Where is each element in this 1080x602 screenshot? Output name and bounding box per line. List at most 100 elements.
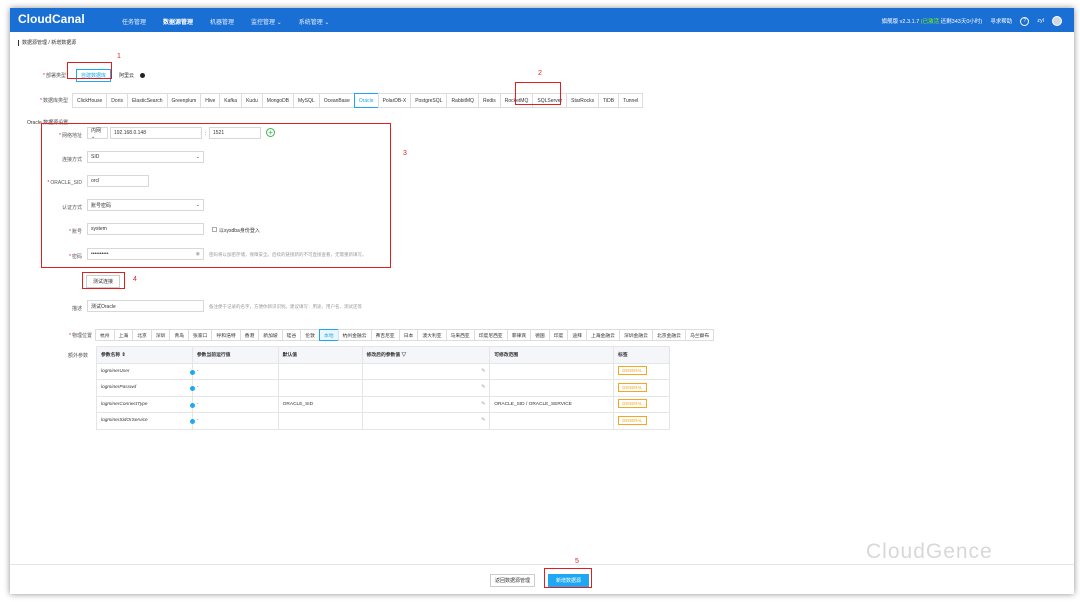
db-tab-kudu[interactable]: Kudu [241,93,263,108]
help-link[interactable]: 寻求帮助 [990,17,1012,25]
db-tab-redis[interactable]: Redis [477,93,501,108]
param-tag-cell: GENERAL [613,395,670,413]
region-tab-local[interactable]: 本地 [318,329,339,341]
db-tab-starrocks[interactable]: StarRocks [566,93,600,108]
db-tab-mongodb[interactable]: MongoDB [261,93,295,108]
region-tab[interactable]: 呼和浩特 [211,329,241,341]
param-modify-cell[interactable]: ✎ [361,412,491,430]
password-hint: 密码将以加密存储，保障安全。后续的链接新的不可直接查看，无需重新填写。 [209,252,367,257]
nav-monitor[interactable]: 监控管理 ⌄ [251,17,282,26]
param-name-cell: logminerConnectType [96,395,195,413]
db-tab-tunnel[interactable]: Tunnel [618,93,644,108]
db-type-label-row: *数据库类型 [32,97,68,104]
region-tab[interactable]: 杭州 [95,329,115,341]
password-input[interactable]: •••••••••• ◉ [87,248,204,260]
footer-bar: 返回数据源管理 新增数据源 [10,564,1074,594]
edit-icon[interactable]: ✎ [481,385,485,390]
account-input[interactable]: system [87,223,204,235]
checkbox-icon[interactable] [212,227,217,232]
add-address-icon[interactable]: + [266,128,275,137]
edit-icon[interactable]: ✎ [481,418,485,423]
top-right-area: 旗舰版 v2.3.1.7 (已激活 还剩343天0小时) 寻求帮助 ? zyl [882,16,1062,26]
conn-type-select[interactable]: SID ⌄ [87,151,204,163]
deploy-aliyun-option[interactable]: 阿里云 [119,72,134,79]
info-icon[interactable] [189,369,195,375]
region-tab[interactable]: 乌兰察布 [684,329,715,341]
region-tab[interactable]: 日本 [398,329,419,341]
db-tab-elasticsearch[interactable]: ElasticSearch [126,93,168,108]
region-tab[interactable]: 马来西亚 [445,329,475,341]
col-modified-value[interactable]: 修改后的参数值 ▽ [361,346,491,364]
region-tab[interactable]: 德国 [530,329,550,341]
col-param-name[interactable]: 参数名称 ⇕ [96,346,193,364]
aliyun-icon [140,73,146,78]
region-tab[interactable]: 澳大利亚 [417,329,447,341]
question-icon[interactable]: ? [1020,16,1030,26]
edit-icon[interactable]: ✎ [481,402,485,407]
region-tab[interactable]: 菲律宾 [506,329,532,341]
eye-icon[interactable]: ◉ [196,251,200,257]
db-tab-doris[interactable]: Doris [106,93,128,108]
param-name-cell: logminerPasswd [96,379,195,397]
region-tab[interactable]: 上海金融云 [585,329,620,341]
region-tab[interactable]: 上海 [113,329,134,341]
param-name-cell: logminerUser [96,362,195,380]
db-tab-hive[interactable]: Hive [200,93,221,108]
table-row: logminerConnectType - ORACLE_SID ✎ ORACL… [96,395,670,413]
info-icon[interactable] [189,386,195,391]
port-separator: : [205,131,207,137]
desc-input[interactable]: 测试Oracle [87,300,204,312]
region-tab[interactable]: 北京金融云 [651,329,686,341]
host-input[interactable]: 192.168.0.148 [110,127,202,139]
region-tab[interactable]: 杭州金融云 [337,329,372,341]
db-tab-oracle[interactable]: Oracle [353,93,379,108]
db-tab-greenplum[interactable]: Greenplum [166,93,202,108]
db-tab-polardbx[interactable]: PolarDB-X [377,93,412,108]
breadcrumb-datasource[interactable]: 数据源管理 [22,40,47,46]
db-tab-postgresql[interactable]: PostgreSQL [410,93,448,108]
general-tag: GENERAL [618,399,647,409]
user-name[interactable]: zyl [1037,18,1044,24]
region-tab[interactable]: 香港 [239,329,260,341]
network-type-select[interactable]: 内网 ⌄ [87,127,108,140]
oracle-sid-label: *ORACLE_SID [47,180,82,186]
region-tab[interactable]: 青岛 [169,329,190,341]
db-tab-rabbitmq[interactable]: RabbitMQ [446,93,479,108]
region-tab[interactable]: 深圳 [150,329,171,341]
test-connection-button[interactable]: 测试连接 [86,275,121,288]
nav-system[interactable]: 系统管理 ⌄ [299,17,330,26]
db-tab-tidb[interactable]: TiDB [598,93,620,108]
chevron-down-icon: ⌄ [195,202,200,208]
auth-type-select[interactable]: 账号密码 ⌄ [87,199,204,211]
extra-params-label: 额外参数 [67,353,88,359]
avatar[interactable] [1052,16,1062,26]
sysdba-checkbox[interactable]: 以sysdba身份登入 [212,227,260,234]
oracle-sid-input[interactable]: orcl [87,175,149,187]
param-modify-cell[interactable]: ✎ [361,395,491,413]
region-tab[interactable]: 迪拜 [567,329,587,341]
port-input[interactable]: 1521 [209,127,261,139]
param-modify-cell[interactable]: ✎ [361,379,491,397]
db-tab-mysql[interactable]: MySQL [293,93,320,108]
region-tab[interactable]: 硅谷 [281,329,302,341]
db-tab-kafka[interactable]: Kafka [219,93,243,108]
edit-icon[interactable]: ✎ [481,369,485,374]
region-tab[interactable]: 张家口 [188,329,213,341]
nav-datasource[interactable]: 数据源管理 [163,17,193,26]
db-tab-oceanbase[interactable]: OceanBase [318,93,355,108]
db-tab-clickhouse[interactable]: ClickHouse [72,93,108,108]
back-to-datasource-button[interactable]: 返回数据源管理 [490,574,536,587]
annotation-box-5 [544,568,592,588]
region-tab[interactable]: 伦敦 [300,329,320,341]
region-tab[interactable]: 深圳金融云 [618,329,653,341]
info-icon[interactable] [189,419,195,424]
region-tab[interactable]: 印度 [548,329,569,341]
region-tab[interactable]: 弗吉尼亚 [370,329,400,341]
nav-machine[interactable]: 机器管理 [210,17,234,26]
region-tab[interactable]: 新加坡 [258,329,283,341]
param-modify-cell[interactable]: ✎ [361,362,491,380]
region-tab[interactable]: 北京 [132,329,152,341]
region-tab[interactable]: 印度尼西亚 [473,329,508,341]
nav-task[interactable]: 任务管理 [122,17,146,26]
info-icon[interactable] [189,402,195,408]
